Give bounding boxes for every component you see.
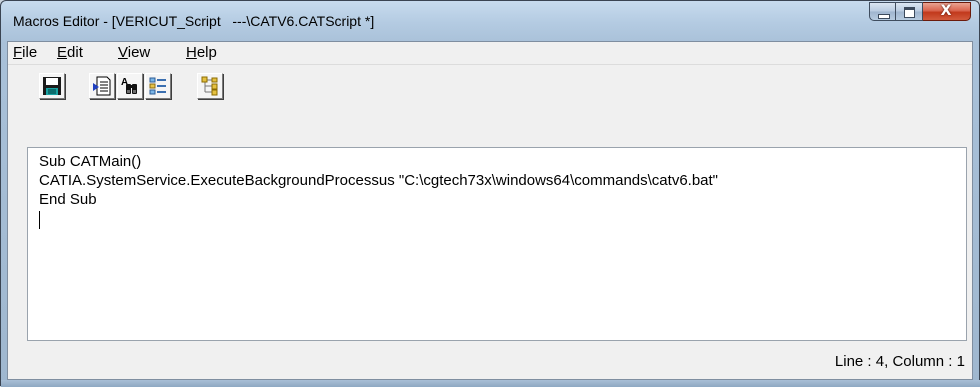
menu-help[interactable]: Help [184, 44, 219, 62]
insert-file-icon [93, 76, 111, 96]
close-icon: X [940, 3, 952, 19]
caption-buttons: X [869, 2, 971, 21]
macros-editor-window: Macros Editor - [VERICUT_Script ---\CATV… [0, 0, 980, 387]
minimize-button[interactable] [869, 2, 896, 21]
maximize-icon [904, 7, 915, 18]
toolbar: A [8, 66, 972, 102]
tree-structure-icon [201, 76, 218, 96]
code-line: End Sub [39, 191, 97, 208]
code-line: Sub CATMain() [39, 153, 142, 170]
save-button[interactable] [39, 73, 65, 99]
object-browser-icon [149, 77, 166, 95]
status-bar: Line : 4, Column : 1 [835, 353, 965, 370]
save-icon [43, 77, 61, 95]
code-line: CATIA.SystemService.ExecuteBackgroundPro… [39, 172, 719, 189]
text-caret [39, 211, 40, 229]
find-replace-icon: A [121, 77, 137, 94]
close-button[interactable]: X [923, 2, 971, 21]
find-replace-button[interactable]: A [117, 73, 143, 99]
window-title: Macros Editor - [VERICUT_Script ---\CATV… [13, 13, 375, 29]
code-editor[interactable]: Sub CATMain() CATIA.SystemService.Execute… [27, 147, 967, 341]
tree-structure-button[interactable] [197, 73, 223, 99]
object-browser-button[interactable] [145, 73, 171, 99]
title-bar[interactable]: Macros Editor - [VERICUT_Script ---\CATV… [1, 1, 979, 41]
menu-edit[interactable]: Edit [55, 44, 85, 62]
code-text[interactable]: Sub CATMain() CATIA.SystemService.Execute… [39, 152, 718, 228]
insert-file-button[interactable] [89, 73, 115, 99]
menu-bar: File Edit View Help [8, 42, 972, 65]
status-line: Line : 4, [834, 353, 889, 370]
status-column: Column : 1 [892, 353, 965, 370]
minimize-icon [878, 14, 890, 19]
maximize-button[interactable] [896, 2, 923, 21]
menu-file[interactable]: File [11, 44, 39, 62]
menu-view[interactable]: View [116, 44, 152, 62]
